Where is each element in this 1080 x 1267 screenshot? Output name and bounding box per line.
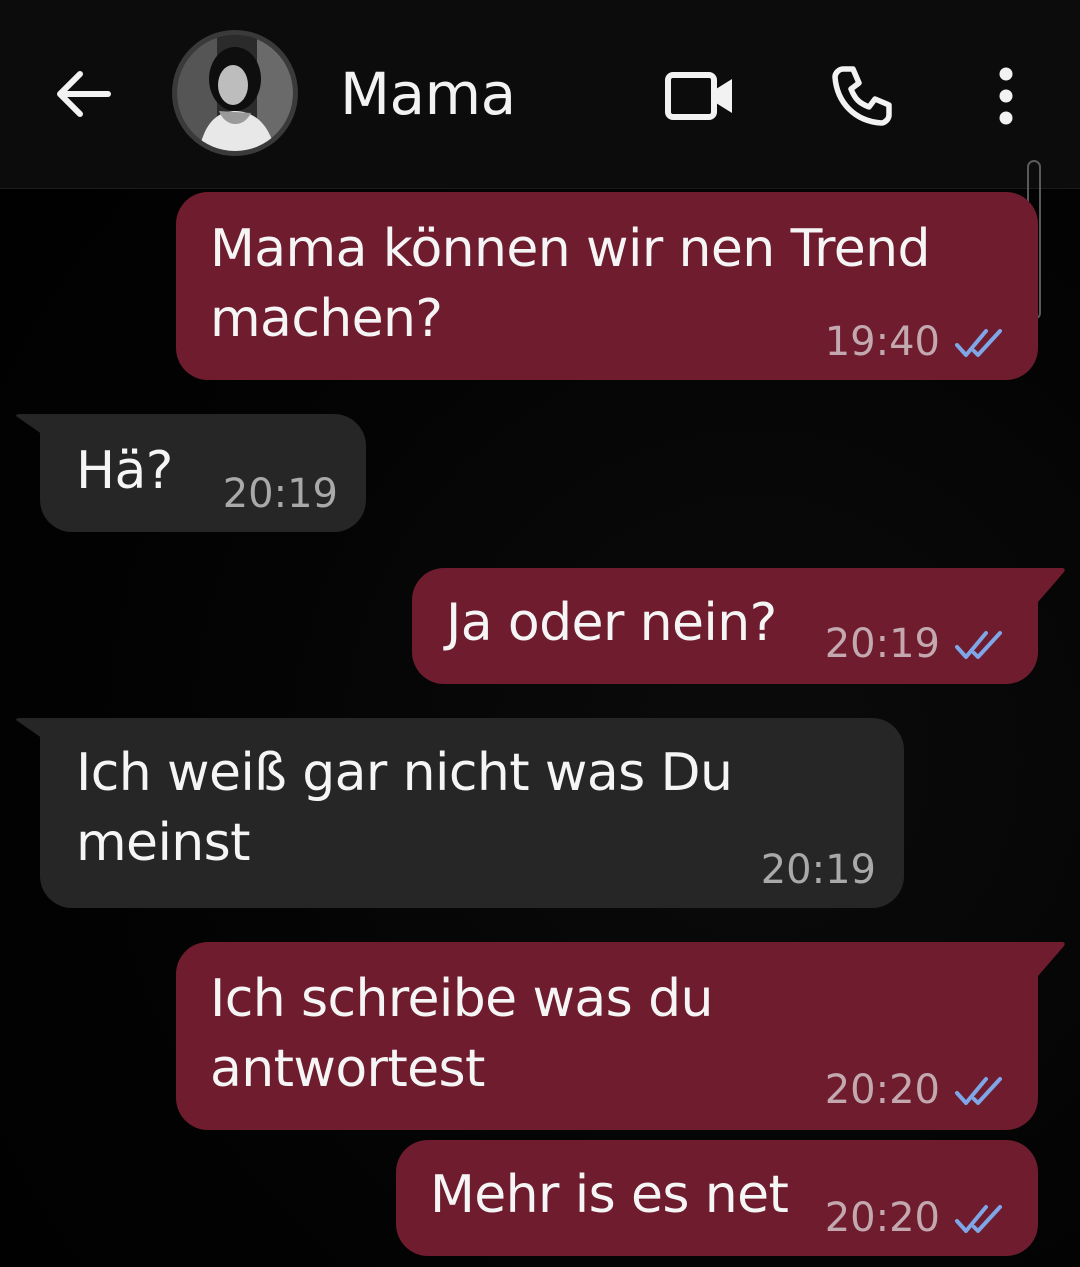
avatar[interactable] xyxy=(172,30,298,156)
chat-header: Mama xyxy=(0,0,1080,189)
double-check-icon xyxy=(955,1205,1002,1233)
message-time: 20:20 xyxy=(824,1195,940,1241)
arrow-left-icon xyxy=(57,71,111,117)
bubble-tail-outgoing xyxy=(1030,568,1065,602)
message-bubble-outgoing[interactable]: Ich schreibe was du antwortest 20:20 xyxy=(176,942,1038,1130)
double-check-icon xyxy=(955,1077,1002,1105)
double-check-icon xyxy=(955,631,1002,659)
phone-icon xyxy=(832,66,892,126)
voice-call-button[interactable] xyxy=(822,58,902,134)
message-bubble-incoming[interactable]: Ich weiß gar nicht was Du meinst 20:19 xyxy=(40,718,904,908)
message-text: Ja oder nein? xyxy=(446,593,777,653)
message-time: 20:20 xyxy=(824,1067,940,1113)
message-bubble-outgoing[interactable]: Mama können wir nen Trend machen? 19:40 xyxy=(176,192,1038,380)
more-vertical-icon xyxy=(999,67,1013,125)
message-text: Hä? xyxy=(76,441,173,501)
message-time: 20:19 xyxy=(824,621,940,667)
message-text: Mama können wir nen Trend machen? xyxy=(210,219,930,349)
message-meta: 20:19 xyxy=(825,620,1008,668)
bubble-tail-outgoing xyxy=(1030,942,1065,976)
message-time: 20:19 xyxy=(222,471,338,517)
chat-screen: Mama Mama können wir nen Trend machen? 1… xyxy=(0,0,1080,1267)
video-camera-icon xyxy=(665,72,732,120)
message-time: 20:19 xyxy=(760,847,876,893)
message-meta: 20:20 xyxy=(825,1194,1008,1242)
message-meta: 19:40 xyxy=(825,318,1008,366)
message-meta: 20:19 xyxy=(223,470,338,518)
back-button[interactable] xyxy=(44,56,120,132)
message-bubble-outgoing[interactable]: Ja oder nein? 20:19 xyxy=(412,568,1038,684)
message-meta: 20:20 xyxy=(825,1066,1008,1114)
contact-name[interactable]: Mama xyxy=(340,56,516,132)
more-options-button[interactable] xyxy=(966,58,1046,134)
video-call-button[interactable] xyxy=(660,58,740,134)
message-meta: 20:19 xyxy=(761,846,876,894)
contact-photo xyxy=(177,35,293,151)
message-time: 19:40 xyxy=(824,319,940,365)
double-check-icon xyxy=(955,329,1002,357)
message-text: Ich weiß gar nicht was Du meinst xyxy=(76,743,733,873)
message-text: Mehr is es net xyxy=(430,1165,789,1225)
message-bubble-incoming[interactable]: Hä? 20:19 xyxy=(40,414,366,532)
message-text: Ich schreibe was du antwortest xyxy=(210,969,713,1099)
message-bubble-outgoing[interactable]: Mehr is es net 20:20 xyxy=(396,1140,1038,1256)
